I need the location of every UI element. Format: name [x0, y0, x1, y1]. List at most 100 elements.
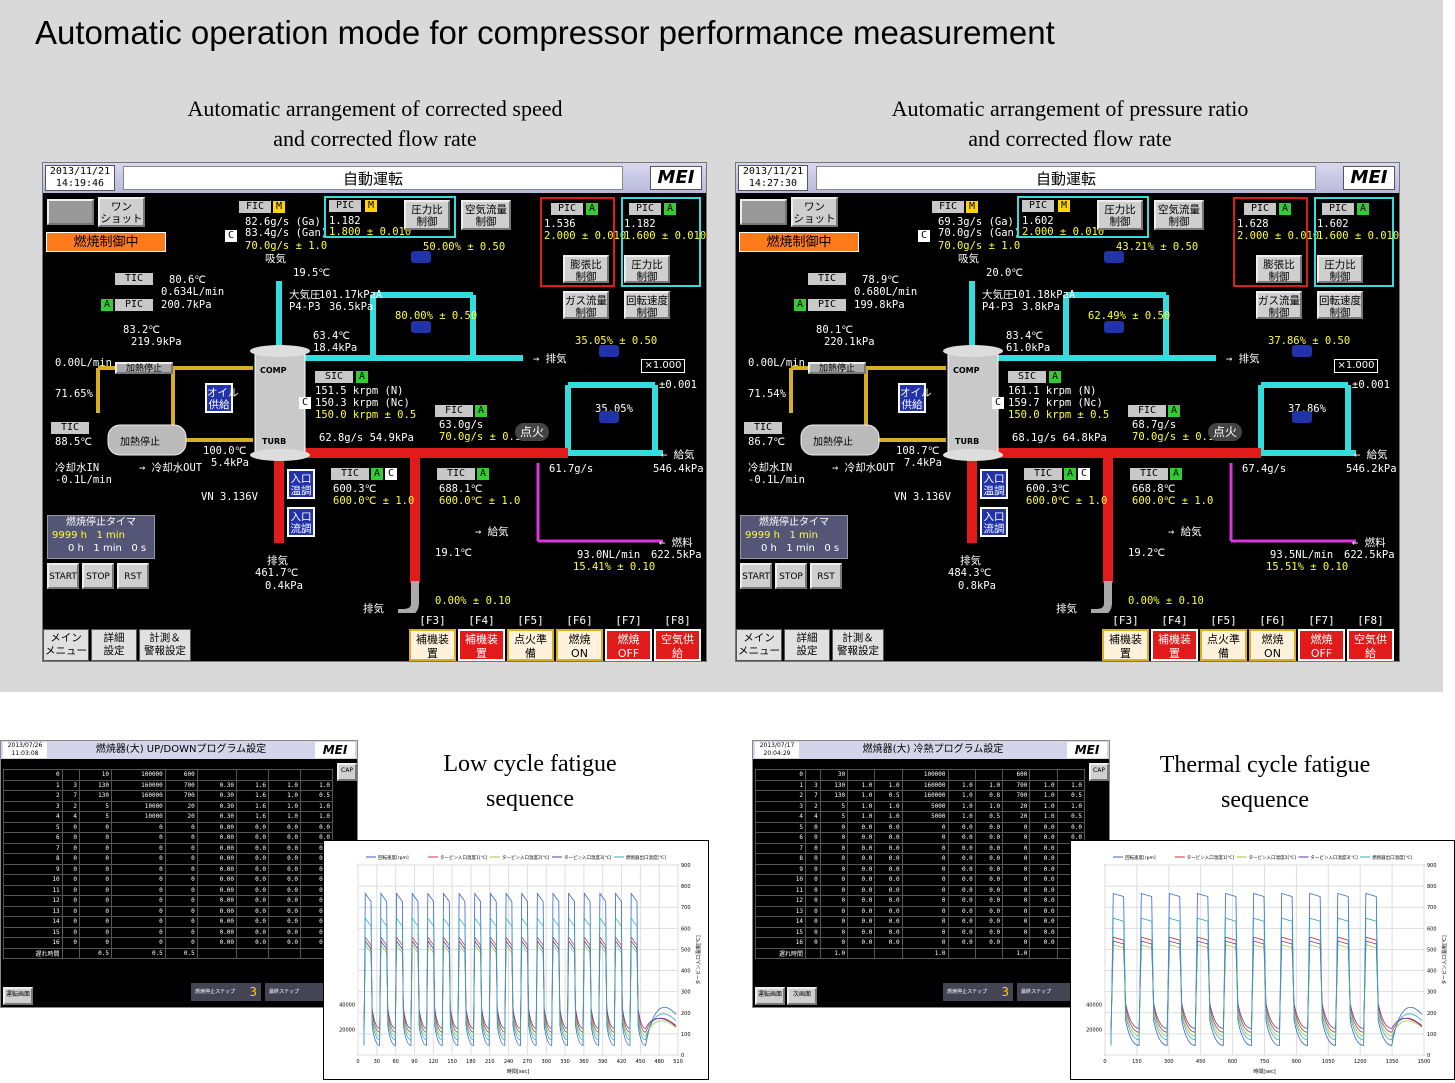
table-cell[interactable]: 0 — [78, 821, 112, 833]
function-button-3[interactable]: 燃焼 ON — [1249, 629, 1296, 661]
pressure-ratio-button-2[interactable]: 圧力比 制御 — [624, 255, 670, 283]
table-cell[interactable]: 0.0 — [974, 895, 1004, 907]
table-cell[interactable]: 0.0 — [974, 926, 1004, 938]
table-cell[interactable]: 0 — [164, 832, 198, 844]
table-cell[interactable]: 0 — [110, 874, 166, 886]
table-cell[interactable]: 0.00 — [196, 832, 238, 844]
table-cell[interactable]: 0 — [164, 926, 198, 938]
oil-supply-button[interactable]: オイル 供給 — [205, 383, 239, 413]
table-cell[interactable]: 1.0 — [1056, 779, 1086, 791]
table-cell[interactable]: 0.0 — [847, 821, 876, 833]
table-cell[interactable]: 0.8 — [974, 790, 1004, 802]
table-cell[interactable]: 0 — [819, 821, 849, 833]
table-cell[interactable]: 0 — [819, 874, 849, 886]
table-cell[interactable]: 0.0 — [974, 842, 1004, 854]
table-cell[interactable] — [236, 769, 269, 781]
table-cell[interactable]: 0.5 — [874, 790, 903, 802]
table-cell[interactable] — [196, 769, 238, 781]
table-cell[interactable]: 5000 — [901, 811, 949, 823]
table-cell[interactable]: 0 — [804, 926, 821, 938]
expansion-ratio-button[interactable]: 膨張比 制御 — [563, 255, 609, 283]
table-cell[interactable]: 0.0 — [236, 863, 269, 875]
table-cell[interactable]: 0 — [164, 905, 198, 917]
table-cell[interactable]: 1.0 — [874, 811, 903, 823]
table-cell[interactable]: 160000 — [110, 779, 166, 791]
table-cell[interactable]: 100000 — [110, 769, 166, 781]
table-cell[interactable]: 0 — [164, 853, 198, 865]
menu-button-1[interactable]: 詳細 設定 — [91, 629, 137, 661]
table-cell[interactable]: 160000 — [901, 790, 949, 802]
reset-button[interactable]: RST — [810, 563, 842, 589]
table-cell[interactable] — [236, 947, 269, 959]
table-cell[interactable]: 0.0 — [974, 821, 1004, 833]
timer-set[interactable]: 9999 h 1 min — [741, 529, 847, 542]
table-cell[interactable]: 5 — [78, 811, 112, 823]
table-cell[interactable]: 0 — [61, 916, 80, 928]
table-cell[interactable]: 0.5 — [299, 790, 334, 802]
table-cell[interactable]: 0.00 — [196, 874, 238, 886]
table-cell[interactable]: 0.0 — [267, 884, 301, 896]
table-cell[interactable]: 0.0 — [974, 937, 1004, 949]
table-cell[interactable]: 0 — [164, 874, 198, 886]
table-cell[interactable]: 0.5 — [110, 947, 166, 959]
table-cell[interactable]: 100000 — [901, 769, 949, 781]
table-cell[interactable]: 0 — [61, 874, 80, 886]
table-cell[interactable]: 700 — [1002, 779, 1031, 791]
table-cell[interactable]: 1.0 — [947, 811, 976, 823]
table-cell[interactable] — [974, 947, 1004, 959]
table-cell[interactable]: 1.0 — [874, 779, 903, 791]
timer-set[interactable]: 9999 h 1 min — [48, 529, 154, 542]
table-cell[interactable]: 160000 — [901, 779, 949, 791]
table-cell[interactable] — [947, 769, 976, 781]
table-cell[interactable]: 1.0 — [974, 779, 1004, 791]
table-cell[interactable]: 0 — [78, 895, 112, 907]
table-cell[interactable]: 0.0 — [267, 821, 301, 833]
table-cell[interactable]: 0 — [1002, 863, 1031, 875]
table-cell[interactable] — [196, 947, 238, 959]
table-cell[interactable]: 0.0 — [1029, 874, 1058, 886]
table-cell[interactable]: 0 — [78, 863, 112, 875]
table-cell[interactable]: 0 — [819, 905, 849, 917]
table-cell[interactable]: 0 — [110, 853, 166, 865]
table-cell[interactable]: 0 — [901, 937, 949, 949]
table-cell[interactable]: 4 — [804, 811, 821, 823]
table-cell[interactable]: 0.0 — [1029, 905, 1058, 917]
table-cell[interactable]: 0 — [1002, 916, 1031, 928]
table-cell[interactable]: 0.00 — [196, 884, 238, 896]
back-to-operation-button[interactable]: 運転画面 — [3, 987, 33, 1005]
table-cell[interactable]: 0.0 — [847, 853, 876, 865]
table-cell[interactable]: 1.0 — [947, 790, 976, 802]
cap-button[interactable]: CAP — [337, 763, 357, 781]
table-cell[interactable]: 0.0 — [847, 905, 876, 917]
table-cell[interactable]: 700 — [164, 779, 198, 791]
table-cell[interactable]: 0.0 — [947, 842, 976, 854]
next-screen-button[interactable]: 次画面 — [787, 987, 817, 1005]
menu-button-1[interactable]: 詳細 設定 — [784, 629, 830, 661]
table-cell[interactable]: 0.0 — [1029, 863, 1058, 875]
table-cell[interactable]: 0.0 — [947, 874, 976, 886]
expansion-ratio-button[interactable]: 膨張比 制御 — [1256, 255, 1302, 283]
table-cell[interactable]: 0.0 — [1029, 916, 1058, 928]
back-to-operation-button[interactable]: 運転画面 — [755, 987, 785, 1005]
table-cell[interactable]: 1.0 — [267, 790, 301, 802]
table-cell[interactable]: 0.00 — [196, 853, 238, 865]
table-cell[interactable]: 0 — [61, 905, 80, 917]
table-cell[interactable]: 0 — [78, 884, 112, 896]
table-cell[interactable]: 0 — [78, 874, 112, 886]
table-cell[interactable]: 3 — [61, 779, 80, 791]
table-cell[interactable]: 0.0 — [947, 832, 976, 844]
table-cell[interactable]: 0.0 — [236, 895, 269, 907]
table-cell[interactable]: 0.0 — [847, 937, 876, 949]
blank-button[interactable] — [740, 199, 787, 225]
table-cell[interactable]: 1.0 — [874, 800, 903, 812]
function-button-1[interactable]: 補機装置 OFF — [458, 629, 505, 661]
table-cell[interactable]: 0 — [804, 874, 821, 886]
table-cell[interactable]: 0 — [901, 863, 949, 875]
table-cell[interactable]: 0.0 — [847, 926, 876, 938]
table-cell[interactable]: 0 — [110, 926, 166, 938]
table-cell[interactable]: 0 — [110, 863, 166, 875]
ignite-button[interactable]: 点火 — [1208, 423, 1242, 441]
table-cell[interactable]: 0 — [804, 905, 821, 917]
table-cell[interactable] — [874, 947, 903, 959]
table-cell[interactable] — [1029, 947, 1058, 959]
